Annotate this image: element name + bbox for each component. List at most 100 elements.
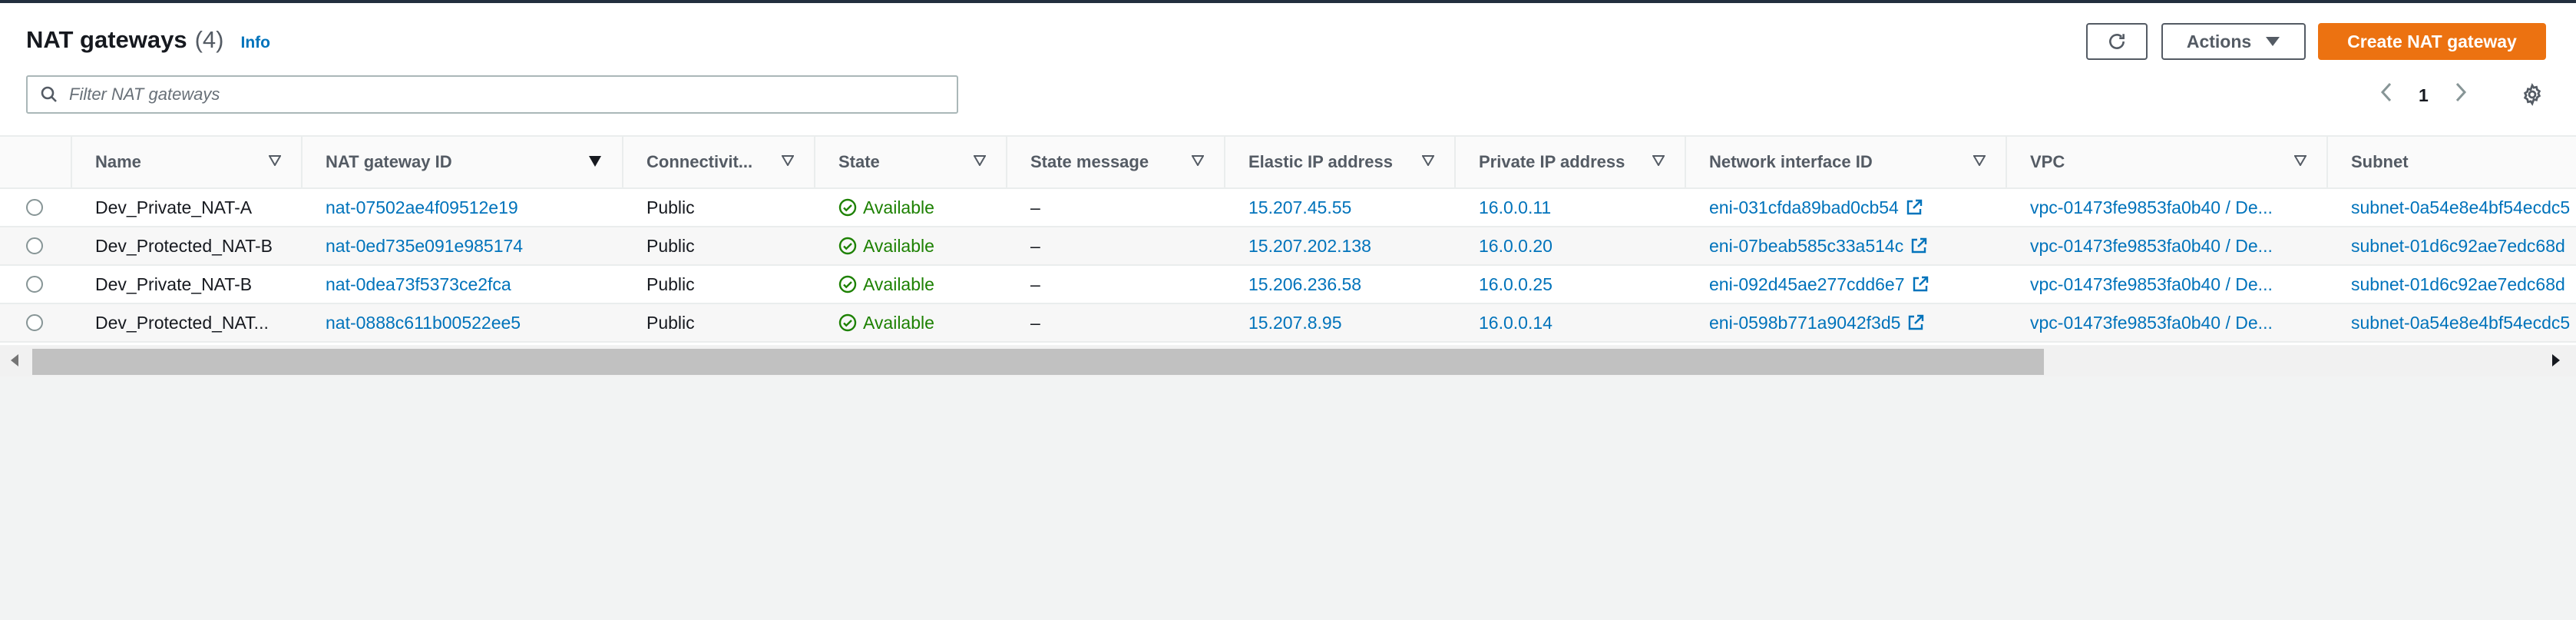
column-label: Connectivit...: [646, 152, 753, 171]
chevron-left-icon[interactable]: [2380, 82, 2392, 108]
table-row[interactable]: Dev_Protected_NAT... nat-0888c611b00522e…: [0, 304, 2576, 343]
eni-link[interactable]: eni-092d45ae277cdd6e7: [1709, 274, 1905, 295]
pagination: 1: [2380, 80, 2467, 111]
cell-vpc[interactable]: vpc-01473fe9853fa0b40 / De...: [2007, 189, 2326, 226]
state-label: Available: [863, 197, 934, 217]
sort-icon: [782, 155, 794, 166]
table-row[interactable]: Dev_Private_NAT-B nat-0dea73f5373ce2fca …: [0, 266, 2576, 304]
cell-state-message: –: [1030, 235, 1040, 256]
cell-private-ip[interactable]: 16.0.0.25: [1456, 266, 1685, 303]
cell-vpc[interactable]: vpc-01473fe9853fa0b40 / De...: [2007, 304, 2326, 341]
row-select-radio[interactable]: [26, 276, 43, 293]
column-header-private-ip[interactable]: Private IP address: [1454, 137, 1685, 187]
chevron-right-icon[interactable]: [2455, 82, 2467, 108]
cell-state-message: –: [1030, 197, 1040, 217]
scroll-right-arrow-icon[interactable]: [2551, 353, 2561, 371]
external-link-icon[interactable]: [1905, 198, 1923, 217]
scrollbar-thumb[interactable]: [32, 349, 2044, 375]
cell-nat-gateway-id[interactable]: nat-07502ae4f09512e19: [303, 189, 622, 226]
sort-icon: [269, 155, 281, 166]
horizontal-scrollbar[interactable]: [0, 346, 2576, 376]
filter-search-box[interactable]: [26, 75, 958, 114]
column-label: State message: [1030, 152, 1149, 171]
sort-icon: [1422, 155, 1434, 166]
page-number[interactable]: 1: [2419, 85, 2429, 106]
cell-elastic-ip[interactable]: 15.206.236.58: [1225, 266, 1454, 303]
cell-state: Available: [815, 304, 1006, 341]
external-link-icon[interactable]: [1906, 313, 1925, 332]
create-label: Create NAT gateway: [2347, 31, 2517, 51]
column-header-network-interface-id[interactable]: Network interface ID: [1685, 137, 2006, 187]
column-label: Elastic IP address: [1248, 152, 1393, 171]
cell-elastic-ip[interactable]: 15.207.45.55: [1225, 189, 1454, 226]
row-select-radio[interactable]: [26, 199, 43, 216]
cell-private-ip[interactable]: 16.0.0.14: [1456, 304, 1685, 341]
cell-connectivity: Public: [646, 274, 695, 294]
cell-state: Available: [815, 266, 1006, 303]
cell-subnet[interactable]: subnet-0a54e8e4bf54ecdc5: [2328, 189, 2576, 226]
eni-link[interactable]: eni-07beab585c33a514c: [1709, 236, 1903, 257]
cell-nat-gateway-id[interactable]: nat-0ed735e091e985174: [303, 227, 622, 264]
sort-icon: [1652, 155, 1665, 166]
column-header-elastic-ip[interactable]: Elastic IP address: [1224, 137, 1454, 187]
cell-elastic-ip[interactable]: 15.207.202.138: [1225, 227, 1454, 264]
table-row[interactable]: Dev_Protected_NAT-B nat-0ed735e091e98517…: [0, 227, 2576, 266]
actions-button[interactable]: Actions: [2161, 23, 2306, 60]
cell-nat-gateway-id[interactable]: nat-0dea73f5373ce2fca: [303, 266, 622, 303]
sort-icon: [1973, 155, 1986, 166]
cell-private-ip[interactable]: 16.0.0.20: [1456, 227, 1685, 264]
check-circle-icon: [838, 313, 857, 332]
cell-nat-gateway-id[interactable]: nat-0888c611b00522ee5: [303, 304, 622, 341]
column-header-state[interactable]: State: [814, 137, 1006, 187]
cell-subnet[interactable]: subnet-01d6c92ae7edc68d: [2328, 227, 2576, 264]
column-label: Private IP address: [1479, 152, 1625, 171]
cell-private-ip[interactable]: 16.0.0.11: [1456, 189, 1685, 226]
row-select-radio[interactable]: [26, 314, 43, 331]
column-label: Subnet: [2351, 152, 2409, 171]
column-label: State: [838, 152, 880, 171]
cell-connectivity: Public: [646, 197, 695, 217]
page-title-text: NAT gateways: [26, 26, 187, 53]
state-label: Available: [863, 312, 934, 333]
external-link-icon[interactable]: [1910, 237, 1928, 255]
table-row[interactable]: Dev_Private_NAT-A nat-07502ae4f09512e19 …: [0, 189, 2576, 227]
sort-icon: [974, 155, 986, 166]
cell-subnet[interactable]: subnet-0a54e8e4bf54ecdc5: [2328, 304, 2576, 341]
scroll-left-arrow-icon[interactable]: [9, 353, 20, 371]
cell-state: Available: [815, 227, 1006, 264]
search-icon: [41, 86, 57, 102]
cell-network-interface-id[interactable]: eni-092d45ae277cdd6e7: [1686, 266, 2006, 303]
cell-name: Dev_Protected_NAT-B: [95, 235, 273, 256]
cell-vpc[interactable]: vpc-01473fe9853fa0b40 / De...: [2007, 227, 2326, 264]
caret-down-icon: [2266, 37, 2280, 46]
column-header-connectivity[interactable]: Connectivit...: [622, 137, 814, 187]
gear-icon[interactable]: [2521, 83, 2544, 110]
state-label: Available: [863, 274, 934, 294]
page-title: NAT gateways (4) Info: [26, 26, 270, 54]
cell-network-interface-id[interactable]: eni-031cfda89bad0cb54: [1686, 189, 2006, 226]
cell-network-interface-id[interactable]: eni-07beab585c33a514c: [1686, 227, 2006, 264]
row-select-radio[interactable]: [26, 237, 43, 254]
column-header-subnet[interactable]: Subnet: [2326, 137, 2576, 187]
eni-link[interactable]: eni-031cfda89bad0cb54: [1709, 197, 1899, 218]
info-link[interactable]: Info: [241, 34, 270, 52]
column-header-state-message[interactable]: State message: [1006, 137, 1224, 187]
column-header-vpc[interactable]: VPC: [2006, 137, 2326, 187]
search-input[interactable]: [69, 85, 914, 104]
external-link-icon[interactable]: [1911, 275, 1930, 293]
cell-state-message: –: [1030, 274, 1040, 294]
eni-link[interactable]: eni-0598b771a9042f3d5: [1709, 313, 1900, 333]
column-header-name[interactable]: Name: [71, 137, 301, 187]
cell-elastic-ip[interactable]: 15.207.8.95: [1225, 304, 1454, 341]
column-label: NAT gateway ID: [326, 152, 452, 171]
cell-subnet[interactable]: subnet-01d6c92ae7edc68d: [2328, 266, 2576, 303]
cell-connectivity: Public: [646, 312, 695, 333]
cell-network-interface-id[interactable]: eni-0598b771a9042f3d5: [1686, 304, 2006, 341]
cell-state-message: –: [1030, 312, 1040, 333]
cell-connectivity: Public: [646, 235, 695, 256]
column-header-nat-gateway-id[interactable]: NAT gateway ID: [301, 137, 622, 187]
cell-vpc[interactable]: vpc-01473fe9853fa0b40 / De...: [2007, 266, 2326, 303]
actions-label: Actions: [2186, 31, 2252, 51]
create-nat-gateway-button[interactable]: Create NAT gateway: [2318, 23, 2546, 60]
refresh-button[interactable]: [2086, 23, 2148, 60]
